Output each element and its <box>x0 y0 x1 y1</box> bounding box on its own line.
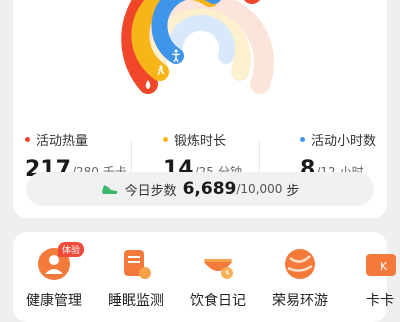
divider <box>259 140 260 176</box>
feature-card[interactable]: K 卡卡 <box>350 246 400 310</box>
travel-globe-icon <box>282 246 318 282</box>
sleep-monitor-icon <box>118 246 154 282</box>
hours-ring-track <box>167 14 235 64</box>
feature-name: 健康管理 <box>26 293 82 309</box>
steps-goal: /10,000 <box>236 182 283 196</box>
diet-diary-icon <box>200 246 236 282</box>
steps-label: 今日步数 <box>124 183 177 199</box>
feature-name: 睡眠监测 <box>108 293 164 309</box>
steps-value: 6,689 <box>182 179 237 199</box>
feature-name: 卡卡 <box>366 293 394 309</box>
activity-rings <box>121 0 274 94</box>
trial-badge: 体验 <box>58 242 85 257</box>
feature-health-management[interactable]: 体验 健康管理 <box>24 242 85 310</box>
feature-travel[interactable]: 荣易环游 <box>270 246 330 310</box>
calories-label: 活动热量 <box>36 134 89 149</box>
calories-dot <box>25 137 30 142</box>
card-icon: K <box>362 246 398 282</box>
feature-diet-diary[interactable]: 饮食日记 <box>188 246 248 310</box>
daily-steps-pill[interactable]: 今日步数 6,689 /10,000 步 <box>26 172 374 206</box>
steps-unit: 步 <box>286 183 300 199</box>
shoe-icon <box>101 185 117 194</box>
hours-dot <box>300 137 305 142</box>
feature-name: 饮食日记 <box>190 293 246 309</box>
divider <box>131 140 132 176</box>
hours-label: 活动小时数 <box>311 134 377 149</box>
feature-name: 荣易环游 <box>272 293 328 309</box>
health-management-icon: 体验 <box>36 242 85 282</box>
feature-sleep-monitor[interactable]: 睡眠监测 <box>106 246 166 310</box>
exercise-dot <box>163 137 168 142</box>
exercise-label: 锻炼时长 <box>174 134 227 149</box>
svg-text:K: K <box>380 260 388 273</box>
